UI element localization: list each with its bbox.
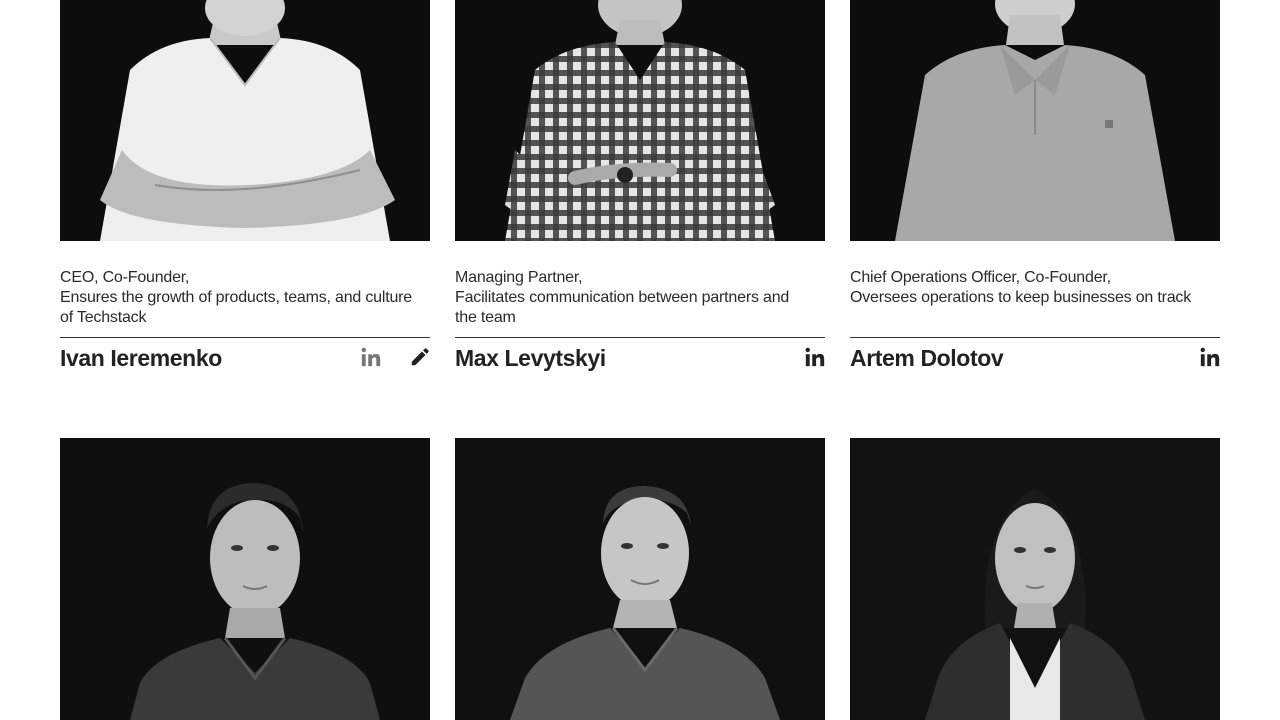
member-photo xyxy=(60,438,430,720)
member-name: Artem Dolotov xyxy=(850,345,1004,371)
member-photo xyxy=(850,0,1220,241)
member-photo xyxy=(455,0,825,241)
role-line: the team xyxy=(455,309,516,326)
member-role: CEO, Co-Founder, Ensures the growth of p… xyxy=(60,268,412,328)
role-line: Oversees operations to keep businesses o… xyxy=(850,289,1192,306)
member-photo xyxy=(60,0,430,241)
divider xyxy=(60,337,430,338)
member-photo xyxy=(850,438,1220,720)
divider xyxy=(850,337,1220,338)
member-role: Chief Operations Officer, Co-Founder, Ov… xyxy=(850,268,1200,308)
role-line: of Techstack xyxy=(60,309,147,326)
role-line: Chief Operations Officer, Co-Founder, xyxy=(850,269,1111,286)
role-line: Ensures the growth of products, teams, a… xyxy=(60,289,412,306)
role-line: Managing Partner, xyxy=(455,269,583,286)
role-line: CEO, Co-Founder, xyxy=(60,269,190,286)
role-line: Facilitates communication between partne… xyxy=(455,289,790,306)
edit-icon[interactable] xyxy=(409,346,431,368)
linkedin-icon[interactable] xyxy=(804,346,826,368)
divider xyxy=(455,337,825,338)
linkedin-icon[interactable] xyxy=(360,346,382,368)
member-name: Ivan Ieremenko xyxy=(60,345,222,371)
linkedin-icon[interactable] xyxy=(1199,346,1221,368)
member-photo xyxy=(455,438,825,720)
member-role: Managing Partner, Facilitates communicat… xyxy=(455,268,805,328)
member-name: Max Levytskyi xyxy=(455,345,606,371)
